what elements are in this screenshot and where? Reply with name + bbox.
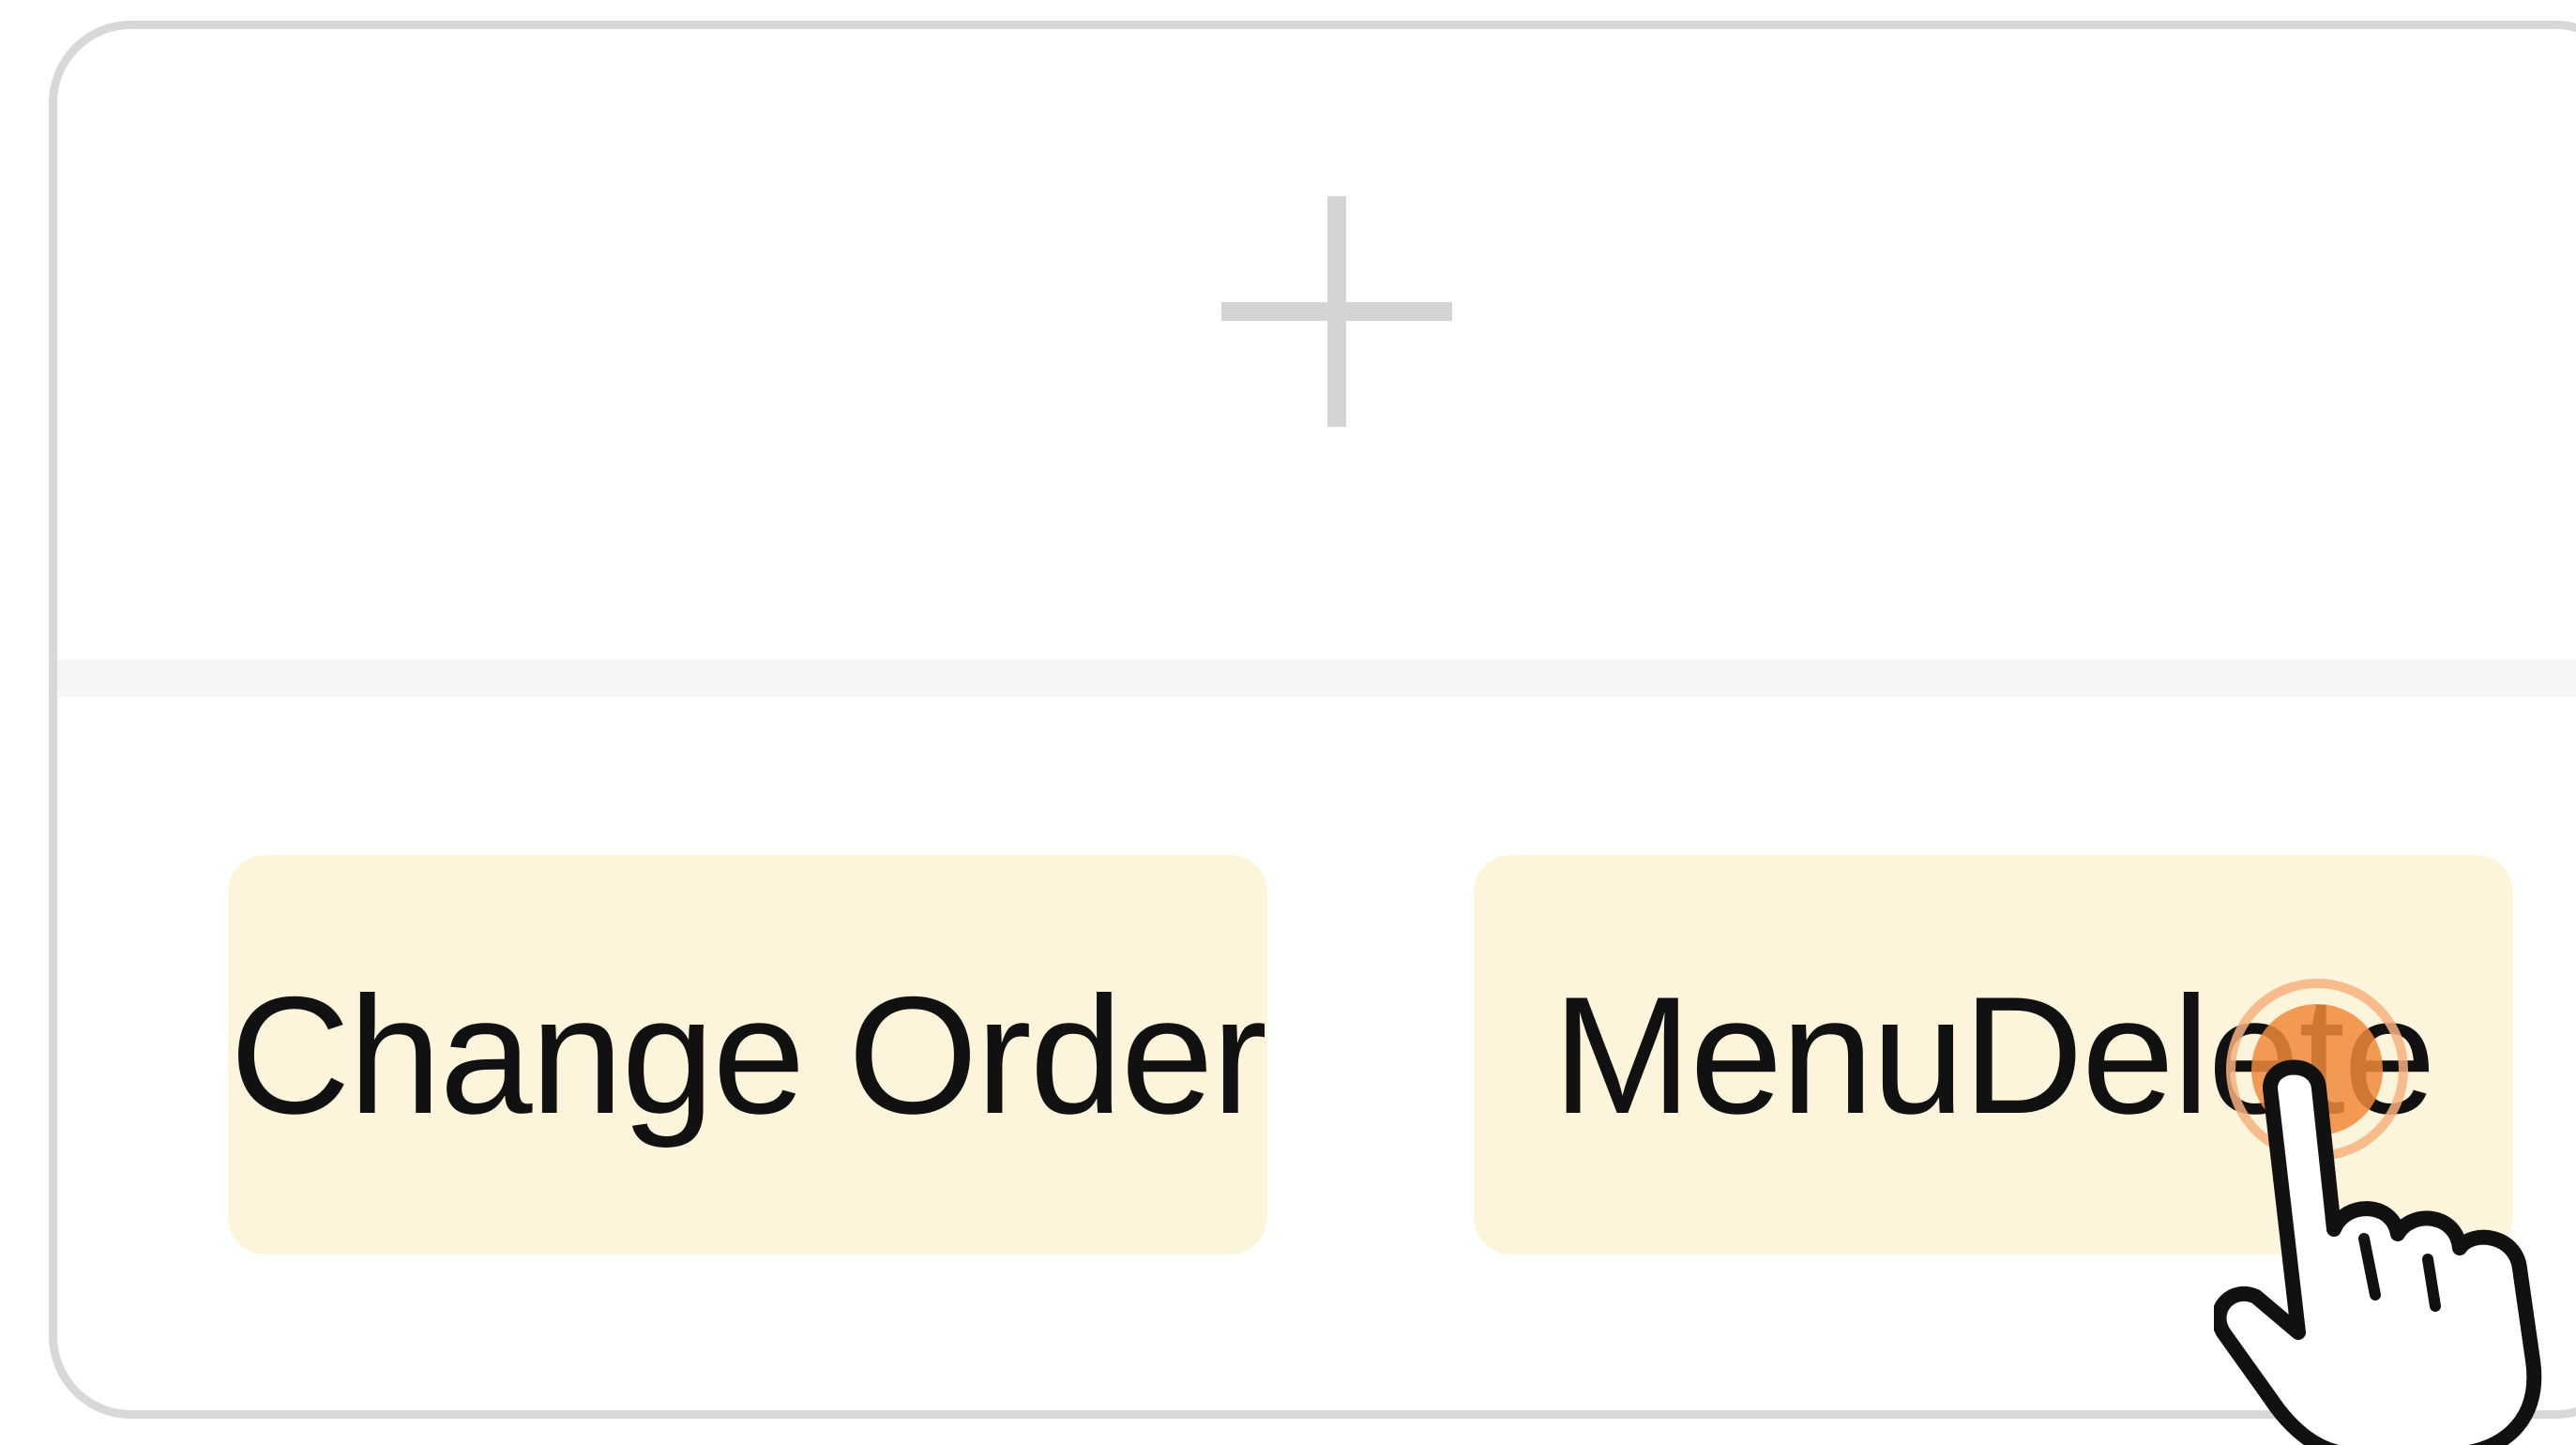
- plus-icon[interactable]: [1221, 196, 1452, 427]
- add-item-area[interactable]: [57, 29, 2576, 660]
- pointing-hand-icon: [2214, 1059, 2542, 1445]
- change-order-label: Change Order: [230, 961, 1267, 1148]
- menu-card: Change Order MenuDelete: [49, 21, 2576, 1419]
- section-divider: [57, 660, 2576, 697]
- change-order-button[interactable]: Change Order: [228, 855, 1267, 1255]
